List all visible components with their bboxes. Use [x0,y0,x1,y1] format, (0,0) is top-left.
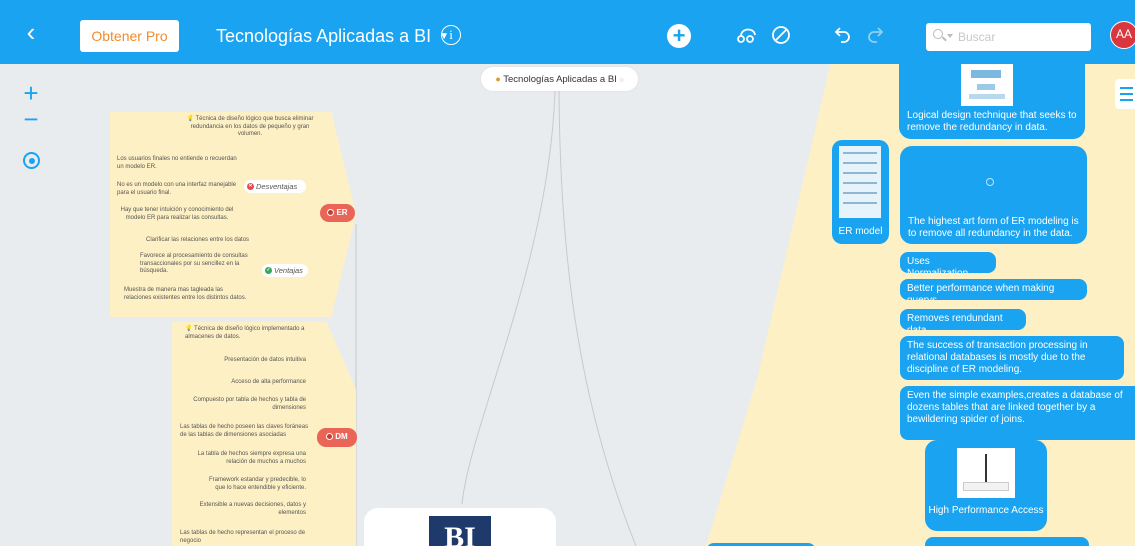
desventajas-label: Desventajas [256,182,298,191]
er-model-label: ER model [838,226,883,237]
er-definition-text: Técnica de diseño lógico que busca elimi… [190,116,314,137]
loading-icon [986,178,994,186]
definition-node[interactable]: Logical design technique that seeks to r… [899,64,1085,139]
simple-examples-node[interactable]: Even the simple examples,creates a datab… [900,386,1135,440]
uses-normalization-node[interactable]: Uses Normalization [900,252,996,273]
er-model-thumbnail [839,146,881,218]
add-icon[interactable]: + [667,24,691,48]
no-entry-icon-graphic [772,26,790,44]
dm-item-4[interactable]: Las tablas de hecho poseen las claves fo… [180,424,314,439]
connect-icon[interactable] [735,23,759,47]
close-circle-icon: ✕ [247,183,254,190]
router-image [957,448,1015,498]
diagram-thumbnail [961,64,1013,106]
definition-node-text: Logical design technique that seeks to r… [907,110,1077,133]
top-toolbar: ‹ Obtener Pro Tecnologías Aplicadas a BI… [0,0,1135,64]
dm-item-5[interactable]: La tabla de hechos siempre expresa una r… [185,451,306,466]
better-performance-node[interactable]: Better performance when making querys [900,279,1087,300]
transaction-success-node[interactable]: The success of transaction processing in… [900,336,1124,380]
undo-icon[interactable] [830,23,854,47]
bi-logo-image: BI [429,516,491,546]
connect-icon-graphic [737,28,756,43]
get-pro-button[interactable]: Obtener Pro [80,20,179,52]
ventaja-1[interactable]: Clarificar las relaciones entre los dato… [146,237,266,245]
avatar[interactable]: AA [1110,21,1135,49]
desventaja-2[interactable]: No es un modelo con una interfaz manejab… [117,182,237,197]
er-node[interactable]: ER [320,204,355,222]
er-model-node[interactable]: ER model [832,140,889,244]
ventajas-label: Ventajas [274,266,303,275]
map-title: Tecnologías Aplicadas a BI [216,26,432,46]
center-view-icon[interactable] [23,152,40,169]
ventaja-3[interactable]: Muestra de manera mas tagleada las relac… [124,287,250,302]
er-node-label: ER [336,208,348,217]
collapse-icon: ○ [619,77,624,84]
desventaja-3[interactable]: Hay que tener intuición y conocimiento d… [113,207,241,222]
search-box[interactable] [926,23,1091,51]
map-title-dropdown[interactable]: Tecnologías Aplicadas a BI ▼ [216,20,449,52]
redo-icon[interactable] [864,23,888,47]
dm-item-2[interactable]: Acceso de alta performance [180,379,306,387]
root-node[interactable]: ● Tecnologías Aplicadas a BI ○ [481,67,638,91]
highest-art-text: The highest art form of ER modeling is t… [908,216,1079,239]
check-circle-icon: ✓ [265,267,272,274]
dm-node-label: DM [335,432,348,441]
info-icon[interactable]: i [441,25,461,45]
dm-item-7[interactable]: Extensible a nuevas decisiones, datos y … [196,502,306,517]
no-entry-icon[interactable] [769,23,793,47]
dm-item-8[interactable]: Las tablas de hecho representan el proce… [180,530,310,545]
dm-item-3[interactable]: Compuesto por tabla de hechos y tabla de… [180,397,306,412]
ventaja-2[interactable]: Favorece al procesamiento de consultas t… [140,253,255,276]
high-performance-node[interactable]: High Performance Access [925,440,1047,531]
dm-definition-text: Técnica de diseño lógico implementado a … [185,326,305,340]
removes-redundant-node[interactable]: Removes rendundant data [900,309,1026,330]
zoom-in-button[interactable]: + [18,80,44,106]
redo-icon-graphic [868,27,884,43]
ventajas-node[interactable]: ✓ Ventajas [262,264,308,277]
bi-image-card[interactable]: BI [364,508,556,546]
zoom-out-button[interactable]: − [18,106,44,132]
dm-definition[interactable]: 💡 Técnica de diseño lógico implementado … [185,326,313,341]
root-node-label: Tecnologías Aplicadas a BI [503,74,617,85]
back-icon[interactable]: ‹ [18,18,44,46]
high-performance-label: High Performance Access [928,505,1044,516]
highest-art-node[interactable]: The highest art form of ER modeling is t… [900,146,1087,244]
desventaja-1[interactable]: Los usuarios finales no entiende o recue… [117,156,237,171]
mindmap-canvas[interactable]: + − ● Tecnologías Aplicadas a BI ○ 💡 Téc… [0,64,1135,546]
desventajas-node[interactable]: ✕ Desventajas [244,180,306,193]
info-dot-icon [326,433,334,440]
info-dot-icon [327,209,335,216]
search-icon [933,29,943,39]
chevron-down-icon [947,34,953,38]
undo-icon-graphic [834,27,850,43]
lightbulb-icon: 💡 [185,326,195,332]
search-input[interactable] [958,27,1083,47]
outline-menu-icon[interactable] [1115,79,1135,109]
dm-item-1[interactable]: Presentación de datos intuitiva [180,357,306,365]
er-definition[interactable]: 💡 Técnica de diseño lógico que busca eli… [186,116,314,139]
dm-node[interactable]: DM [317,428,357,447]
partial-node-bottom-right[interactable] [925,537,1089,546]
dm-item-6[interactable]: Framework estandar y predecible, lo que … [200,477,306,492]
